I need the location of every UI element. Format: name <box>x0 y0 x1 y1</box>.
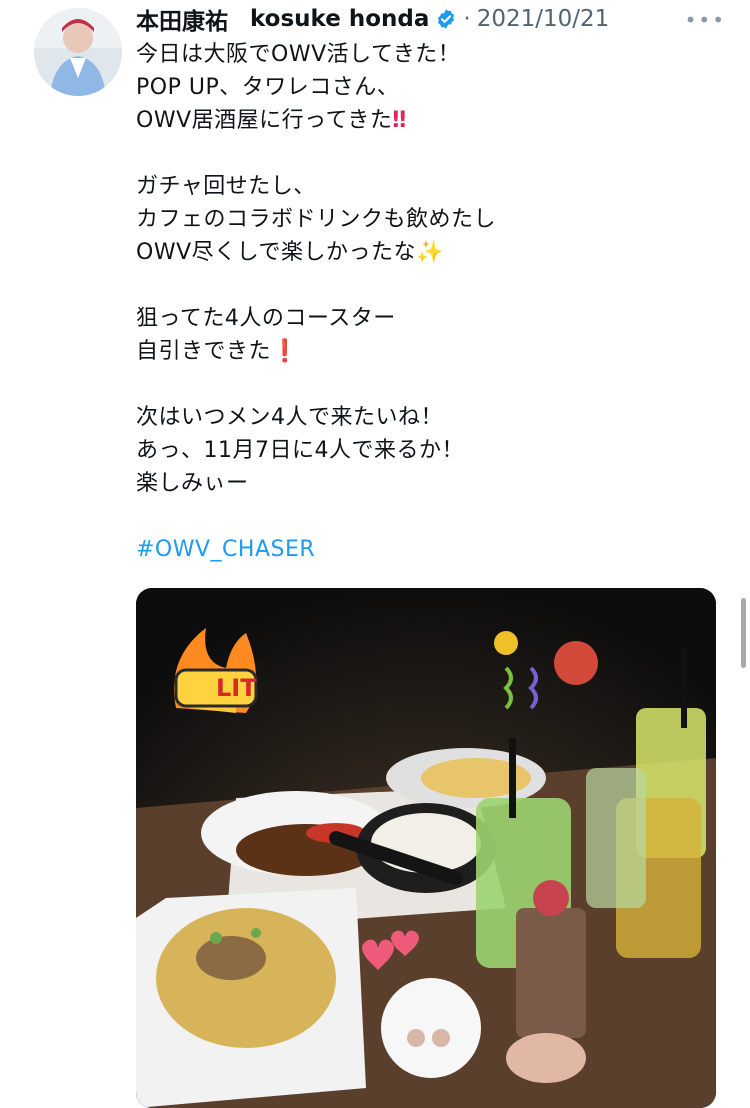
tweet-line: 楽しみぃー <box>136 471 249 496</box>
tweet-line: 自引きできた❗ <box>136 335 726 368</box>
sparkles-emoji: ✨ <box>415 240 444 265</box>
tweet-line: OWV居酒屋に行ってきた‼ <box>136 104 726 137</box>
tweet-line: 狙ってた4人のコースター <box>136 306 396 331</box>
tweet-line: あっ、11月7日に4人で来るか！ <box>136 438 464 463</box>
tweet-line: OWV尽くしで楽しかったな✨ <box>136 236 726 269</box>
tweet-date[interactable]: 2021/10/21 <box>477 6 610 32</box>
tweet-line: POP UP、タワレコさん、 <box>136 75 400 100</box>
lit-sticker-text: LIT <box>216 674 257 702</box>
tweet-line: カフェのコラボドリンクも飲めたし <box>136 207 497 232</box>
separator-dot: · <box>463 6 471 32</box>
tweet-line: 次はいつメン4人で来たいね！ <box>136 405 443 430</box>
tweet-line: 今日は大阪でOWV活してきた！ <box>136 42 461 67</box>
user-handle[interactable]: kosuke honda <box>250 6 429 32</box>
scrollbar[interactable] <box>741 598 746 668</box>
tweet-header: 本田康祐 kosuke honda · 2021/10/21 <box>136 2 610 36</box>
tweet-line-text: OWV居酒屋に行ってきた <box>136 108 393 133</box>
double-exclamation-emoji: ‼ <box>392 108 407 133</box>
avatar-image <box>34 8 122 96</box>
tweet-line-text: OWV尽くしで楽しかったな <box>136 240 416 265</box>
photo-image: LIT <box>136 588 716 1108</box>
tweet-text: 今日は大阪でOWV活してきた！ POP UP、タワレコさん、 OWV居酒屋に行っ… <box>136 38 726 566</box>
display-name[interactable]: 本田康祐 <box>136 2 228 36</box>
tweet-line-text: 自引きできた <box>136 339 272 364</box>
more-icon[interactable]: ••• <box>685 8 726 32</box>
exclamation-emoji: ❗ <box>271 339 299 364</box>
tweet-line: ガチャ回せたし、 <box>136 174 316 199</box>
tweet-photo[interactable]: LIT <box>136 588 716 1108</box>
verified-badge-icon <box>438 9 455 29</box>
avatar[interactable] <box>34 8 122 96</box>
hashtag-link[interactable]: #OWV_CHASER <box>136 533 726 566</box>
